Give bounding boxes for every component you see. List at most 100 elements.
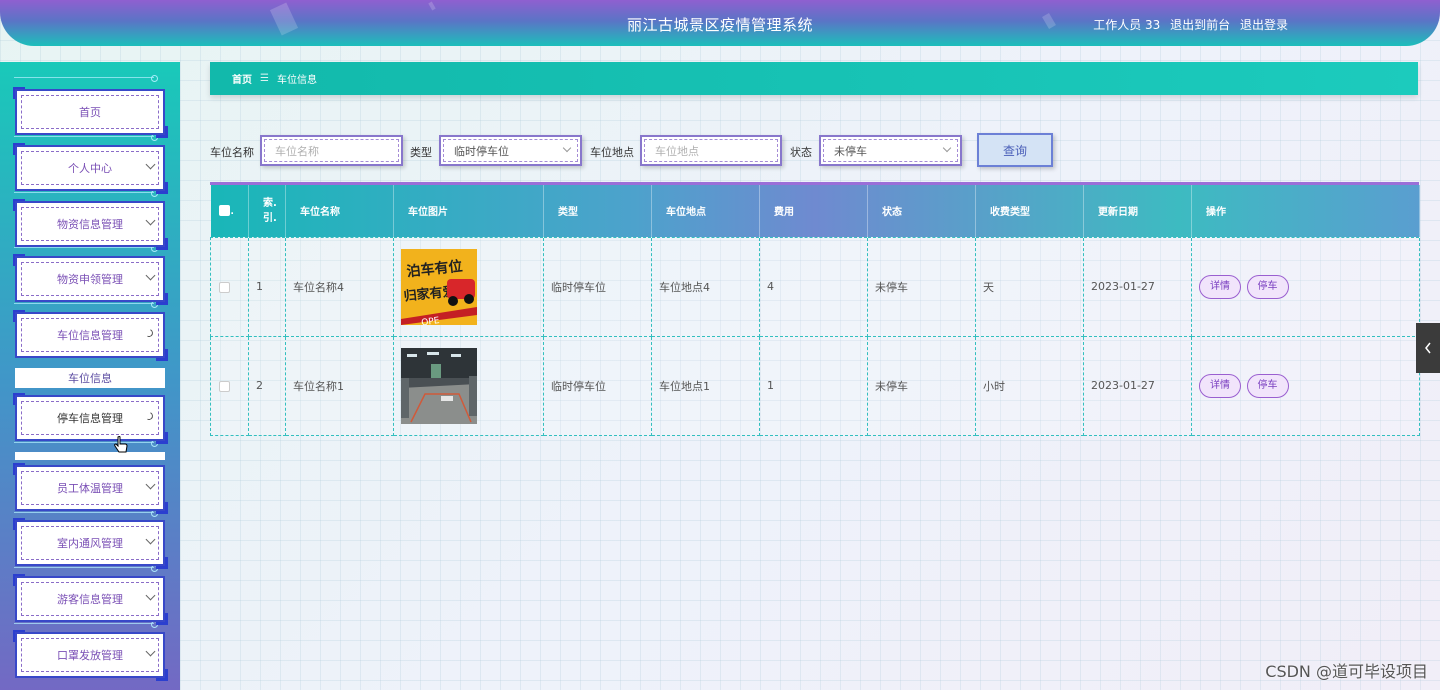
menu-frame: 游客信息管理 xyxy=(15,576,165,622)
cell-actions: 详情 停车 xyxy=(1191,335,1420,436)
table-row: 2 车位名称1 临时停车位 车位地点1 1 未停车 小时 2023-01-27 … xyxy=(210,335,1420,436)
row-select-cell xyxy=(210,335,249,436)
cell-status: 未停车 xyxy=(867,335,976,436)
menu-frame: 车位信息管理 xyxy=(15,312,165,358)
submenu-footer xyxy=(15,452,165,460)
header-fee: 费用 xyxy=(759,185,868,237)
decor-line xyxy=(14,134,158,141)
cell-status: 未停车 xyxy=(867,236,976,337)
status-select[interactable]: 未停车 xyxy=(819,135,962,166)
sidebar-item-parking-space-mgmt[interactable]: 车位信息管理 xyxy=(13,310,168,361)
park-button[interactable]: 停车 xyxy=(1246,274,1289,299)
menu-frame: 停车信息管理 xyxy=(15,395,165,441)
sidebar-item-visitor-info[interactable]: 游客信息管理 xyxy=(13,574,168,625)
decor-line xyxy=(14,75,158,82)
header-location: 车位地点 xyxy=(651,185,760,237)
header-image: 车位图片 xyxy=(393,185,544,237)
header-updated: 更新日期 xyxy=(1083,185,1192,237)
decor-line xyxy=(14,440,158,447)
garage-photo-image[interactable] xyxy=(401,347,477,424)
header-index-bottom: 引. xyxy=(263,212,277,224)
menu-frame: 口罩发放管理 xyxy=(15,632,165,678)
menu-label: 口罩发放管理 xyxy=(21,638,159,672)
sidebar-item-ventilation[interactable]: 室内通风管理 xyxy=(13,518,168,569)
sidebar-subitem-parking-space-info[interactable]: 车位信息 xyxy=(15,368,165,388)
sidebar-item-materials-info[interactable]: 物资信息管理 xyxy=(13,199,168,250)
select-all-checkbox[interactable] xyxy=(218,205,230,216)
logout-link[interactable]: 退出登录 xyxy=(1240,18,1288,32)
query-button[interactable]: 查询 xyxy=(977,133,1053,167)
type-label: 类型 xyxy=(410,146,432,159)
location-placeholder: 车位地点 xyxy=(655,144,699,158)
menu-label: 物资信息管理 xyxy=(21,207,159,241)
decor-line xyxy=(14,510,158,517)
type-selected-value: 临时停车位 xyxy=(454,144,509,158)
sidebar-item-parking-info-mgmt[interactable]: 停车信息管理 xyxy=(13,393,168,444)
parking-table: . 索. 引. 车位名称 车位图片 类型 车位地点 费用 状态 收费类型 更新日期… xyxy=(210,182,1420,436)
menu-frame: 物资申领管理 xyxy=(15,256,165,302)
cell-location: 车位地点4 xyxy=(651,236,760,337)
menu-label: 停车信息管理 xyxy=(21,401,159,435)
cell-updated: 2023-01-27 xyxy=(1083,236,1192,337)
watermark: CSDN @道可毕设项目 xyxy=(1265,662,1428,681)
type-select[interactable]: 临时停车位 xyxy=(439,135,582,166)
header-user-area: 工作人员 33 退出到前台 退出登录 xyxy=(1087,16,1288,33)
decor-line xyxy=(14,565,158,572)
menu-label: 员工体温管理 xyxy=(21,471,159,505)
header-dot: . xyxy=(230,206,234,217)
detail-button[interactable]: 详情 xyxy=(1199,274,1241,299)
cell-name: 车位名称4 xyxy=(285,236,394,337)
menu-label: 个人中心 xyxy=(21,151,159,185)
hand-cursor-icon xyxy=(114,436,128,453)
breadcrumb-home[interactable]: 首页 xyxy=(232,71,252,86)
exit-to-front-link[interactable]: 退出到前台 xyxy=(1170,18,1230,32)
cell-actions: 详情 停车 xyxy=(1191,236,1420,337)
menu-frame: 室内通风管理 xyxy=(15,520,165,566)
menu-frame: 物资信息管理 xyxy=(15,201,165,247)
header-type: 类型 xyxy=(543,185,652,237)
menu-frame: 员工体温管理 xyxy=(15,465,165,511)
sidebar-item-personal-center[interactable]: 个人中心 xyxy=(13,143,168,194)
sidebar-item-staff-temperature[interactable]: 员工体温管理 xyxy=(13,463,168,514)
row-checkbox[interactable] xyxy=(219,281,230,293)
row-select-cell xyxy=(210,236,249,337)
cell-charge-type: 小时 xyxy=(975,335,1084,436)
name-label: 车位名称 xyxy=(210,146,254,159)
header-status: 状态 xyxy=(867,185,976,237)
user-label: 工作人员 33 xyxy=(1093,18,1161,32)
cell-fee: 1 xyxy=(759,335,868,436)
menu-label: 物资申领管理 xyxy=(21,262,159,296)
cell-image xyxy=(393,335,544,436)
detail-button[interactable]: 详情 xyxy=(1199,373,1241,398)
sidebar-item-home[interactable]: 首页 xyxy=(13,87,168,138)
header-decoration xyxy=(428,1,436,11)
breadcrumb-separator-icon: ☰ xyxy=(260,73,269,84)
header-actions: 操作 xyxy=(1191,185,1420,237)
location-search-input[interactable]: 车位地点 xyxy=(640,135,782,166)
status-label: 状态 xyxy=(790,146,812,159)
sidebar-item-materials-claim[interactable]: 物资申领管理 xyxy=(13,254,168,305)
top-header: 丽江古城景区疫情管理系统 工作人员 33 退出到前台 退出登录 xyxy=(0,0,1440,46)
header-index: 索. 引. xyxy=(248,185,286,237)
cell-location: 车位地点1 xyxy=(651,335,760,436)
decor-line xyxy=(14,190,158,197)
table-header-row: . 索. 引. 车位名称 车位图片 类型 车位地点 费用 状态 收费类型 更新日期… xyxy=(210,185,1420,237)
search-bar: 车位名称 车位名称 类型 临时停车位 车位地点 车位地点 状态 未停车 查询 xyxy=(210,133,1110,167)
name-placeholder: 车位名称 xyxy=(275,144,319,158)
name-search-input[interactable]: 车位名称 xyxy=(260,135,403,166)
parking-sign-image[interactable]: 泊车有位 归家有爱 OPE xyxy=(401,248,477,325)
sidebar-item-mask-distribution[interactable]: 口罩发放管理 xyxy=(13,630,168,681)
table-row: 1 车位名称4 泊车有位 归家有爱 OPE 临时停车位 车位地点4 4 未停车 … xyxy=(210,236,1420,337)
side-panel-toggle[interactable] xyxy=(1416,323,1440,373)
select-all-header: . xyxy=(210,185,249,237)
decor-line xyxy=(14,621,158,628)
decor-line xyxy=(14,245,158,252)
cell-fee: 4 xyxy=(759,236,868,337)
row-checkbox[interactable] xyxy=(219,380,230,392)
decor-line xyxy=(14,301,158,308)
menu-label: 游客信息管理 xyxy=(21,582,159,616)
cell-image: 泊车有位 归家有爱 OPE xyxy=(393,236,544,337)
park-button[interactable]: 停车 xyxy=(1246,373,1289,398)
header-name: 车位名称 xyxy=(285,185,394,237)
cell-updated: 2023-01-27 xyxy=(1083,335,1192,436)
